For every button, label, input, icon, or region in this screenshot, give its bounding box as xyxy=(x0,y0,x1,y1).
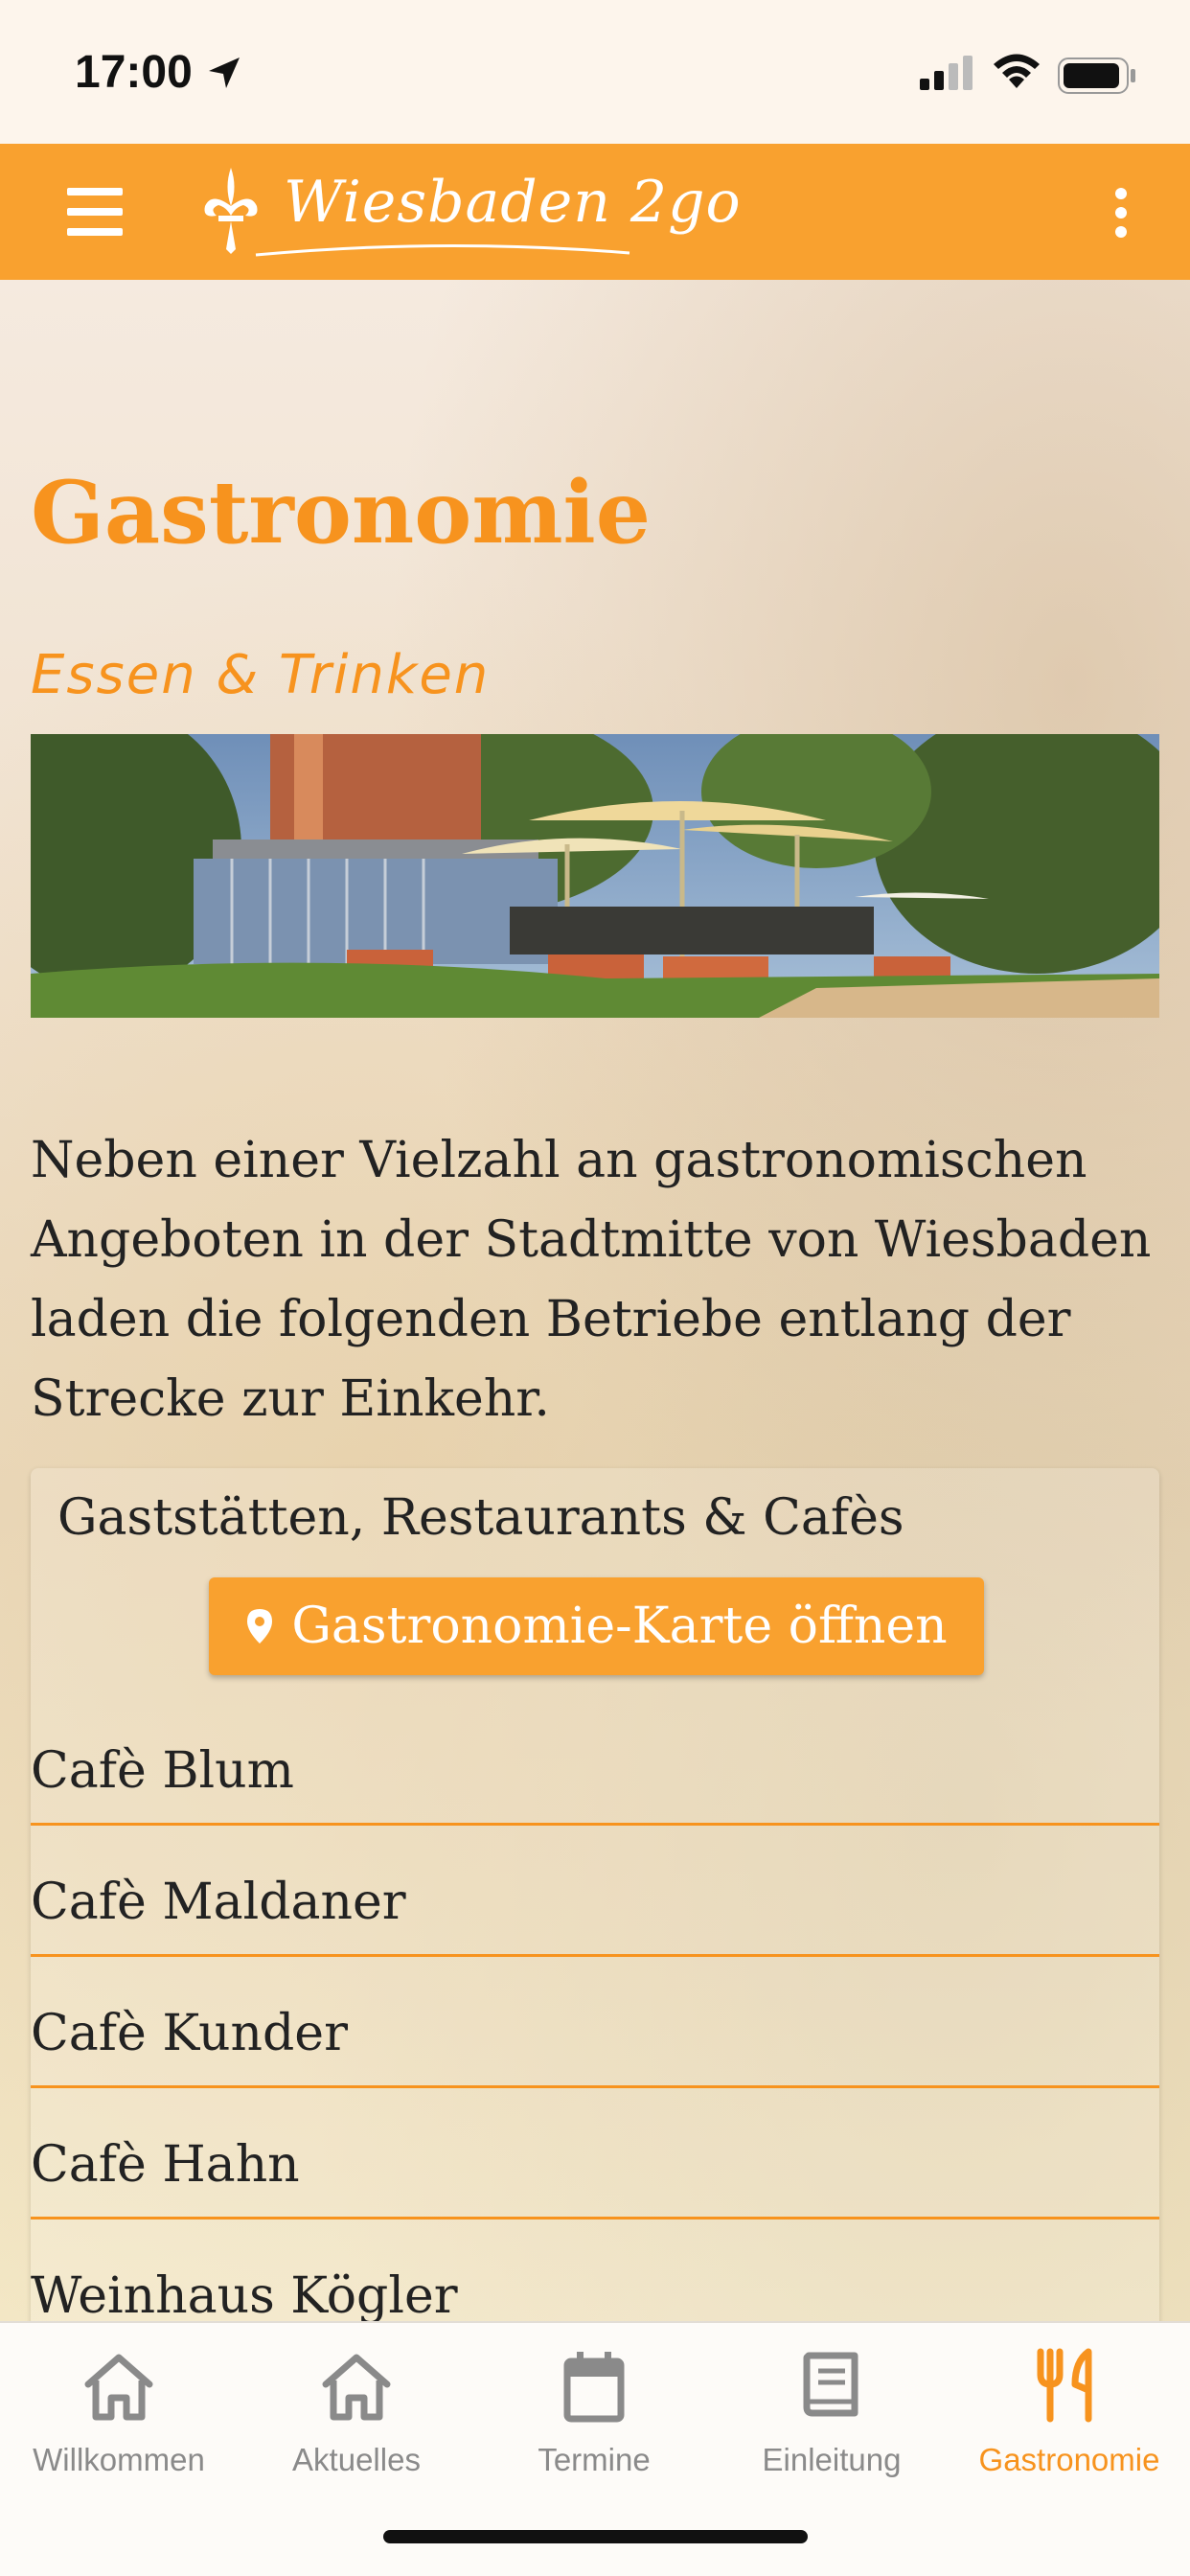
tab-einleitung[interactable]: Einleitung xyxy=(713,2342,950,2505)
wifi-icon xyxy=(994,54,1040,88)
home-icon xyxy=(322,2354,391,2421)
logo-swash xyxy=(255,243,630,257)
hero-image xyxy=(31,734,1159,1018)
app-logo-text: Wiesbaden 2go xyxy=(284,169,742,236)
page-subtitle: Essen & Trinken xyxy=(31,644,491,706)
calendar-icon xyxy=(563,2352,625,2423)
tab-gastronomie[interactable]: Gastronomie xyxy=(950,2342,1188,2505)
open-map-button-label: Gastronomie-Karte öffnen xyxy=(291,1598,948,1655)
open-map-button[interactable]: Gastronomie-Karte öffnen xyxy=(209,1577,984,1675)
intro-text: Neben einer Vielzahl an gastronomischen … xyxy=(31,1132,1152,1428)
status-time: 17:00 xyxy=(75,47,193,98)
battery-icon xyxy=(1058,58,1135,94)
status-bar: 17:00 xyxy=(0,0,1190,144)
list-item[interactable]: Cafè Kunder xyxy=(31,1957,1159,2088)
tab-willkommen[interactable]: Willkommen xyxy=(0,2342,238,2505)
tab-aktuelles[interactable]: Aktuelles xyxy=(238,2342,475,2505)
gastronomy-card: Gaststätten, Restaurants & Cafès Gastron… xyxy=(31,1468,1159,2321)
cellular-signal-icon xyxy=(920,56,973,90)
list-item[interactable]: Cafè Hahn xyxy=(31,2088,1159,2220)
list-item-label: Cafè Blum xyxy=(31,1742,294,1800)
home-icon xyxy=(84,2354,153,2421)
more-vertical-icon[interactable] xyxy=(1102,184,1140,242)
list-item-label: Weinhaus Kögler xyxy=(31,2267,458,2321)
fork-knife-icon xyxy=(1037,2348,1092,2423)
tab-label: Termine xyxy=(538,2442,651,2477)
tab-label: Willkommen xyxy=(33,2442,205,2477)
hamburger-menu-icon[interactable] xyxy=(63,182,130,242)
book-icon xyxy=(803,2352,858,2417)
list-item[interactable]: Cafè Maldaner xyxy=(31,1826,1159,1957)
content-area: Gastronomie Essen & Trinken Neben einer … xyxy=(0,280,1190,2321)
app-bar: Wiesbaden 2go xyxy=(0,144,1190,280)
list-item-label: Cafè Kunder xyxy=(31,2005,348,2062)
tab-label: Aktuelles xyxy=(292,2442,421,2477)
card-title: Gaststätten, Restaurants & Cafès xyxy=(57,1489,904,1547)
tab-label: Einleitung xyxy=(762,2442,902,2477)
page-title: Gastronomie xyxy=(31,462,652,564)
home-indicator[interactable] xyxy=(383,2530,808,2543)
list-item-label: Cafè Maldaner xyxy=(31,1874,406,1931)
list-item-label: Cafè Hahn xyxy=(31,2136,300,2194)
tab-termine[interactable]: Termine xyxy=(475,2342,713,2505)
list-item[interactable]: Weinhaus Kögler xyxy=(31,2220,1159,2321)
list-item[interactable]: Cafè Blum xyxy=(31,1694,1159,1826)
location-arrow-icon xyxy=(209,58,240,88)
tab-label: Gastronomie xyxy=(978,2442,1160,2477)
map-pin-icon xyxy=(247,1609,273,1644)
